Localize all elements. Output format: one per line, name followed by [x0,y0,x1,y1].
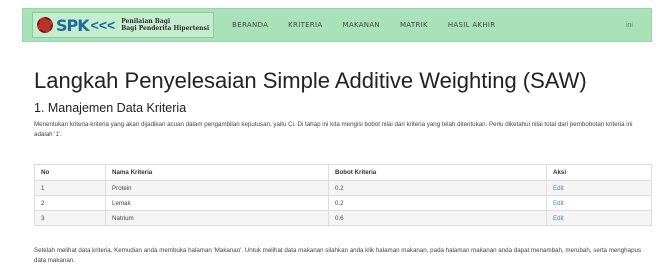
cell-no: 2 [34,195,106,211]
table-row: 1 Protein 0.2 Edit [34,180,652,196]
edit-link[interactable]: Edit [553,215,564,222]
nav-menu: BERANDA KRITERIA MAKANAN MATRIK HASIL AK… [232,21,515,29]
logo-text: SPK [56,15,90,35]
logo-subtitle-line-2: Bagi Penderita Hipertensi [121,25,210,32]
logo-subtitle-line-1: Penilaian Bagi [121,18,171,25]
cell-aksi: Edit [546,180,652,196]
after-table-text: Setelah melihat data kriteria. Kemudian … [34,247,642,264]
cell-bobot: 0.2 [328,180,547,196]
header-bobot-kriteria: Bobot Kriteria [328,164,547,181]
cell-nama: Protein [105,180,329,196]
cell-nama: Lemak [105,195,329,211]
criteria-table: No Nama Kriteria Bobot Kriteria Aksi 1 P… [34,164,652,226]
cell-no: 1 [34,180,106,196]
header-no: No [34,164,106,181]
gear-logo-icon [37,17,53,33]
section-description: Menentukan kriteria-kriteria yang akan d… [34,121,633,138]
cell-aksi: Edit [546,210,652,226]
page-title: Langkah Penyelesaian Simple Additive Wei… [34,68,587,93]
header-aksi: Aksi [546,164,652,181]
edit-link[interactable]: Edit [553,185,564,192]
logo-subtitle: Penilaian Bagi Bagi Penderita Hipertensi [121,18,209,32]
brand-logo[interactable]: SPK <<< Penilaian Bagi Bagi Penderita Hi… [32,12,215,38]
top-navbar: SPK <<< Penilaian Bagi Bagi Penderita Hi… [22,8,652,42]
edit-link[interactable]: Edit [553,200,564,207]
cell-nama: Natrium [105,210,329,226]
cell-bobot: 0.2 [328,195,547,211]
table-header-row: No Nama Kriteria Bobot Kriteria Aksi [34,164,652,181]
table-row: 3 Natrium 0.6 Edit [34,210,652,226]
cell-aksi: Edit [546,195,652,211]
logo-chevrons: <<< [90,17,116,33]
nav-right-link[interactable]: ini [626,22,633,29]
nav-item-beranda[interactable]: BERANDA [232,21,268,29]
nav-item-makanan[interactable]: MAKANAN [343,21,380,29]
nav-item-hasil-akhir[interactable]: HASIL AKHIR [448,21,496,29]
section-title: 1. Manajemen Data Kriteria [34,101,187,115]
nav-item-matrik[interactable]: MATRIK [400,21,428,29]
header-nama-kriteria: Nama Kriteria [105,164,329,181]
nav-item-kriteria[interactable]: KRITERIA [288,21,322,29]
cell-bobot: 0.6 [328,210,547,226]
cell-no: 3 [34,210,106,226]
table-row: 2 Lemak 0.2 Edit [34,195,652,211]
